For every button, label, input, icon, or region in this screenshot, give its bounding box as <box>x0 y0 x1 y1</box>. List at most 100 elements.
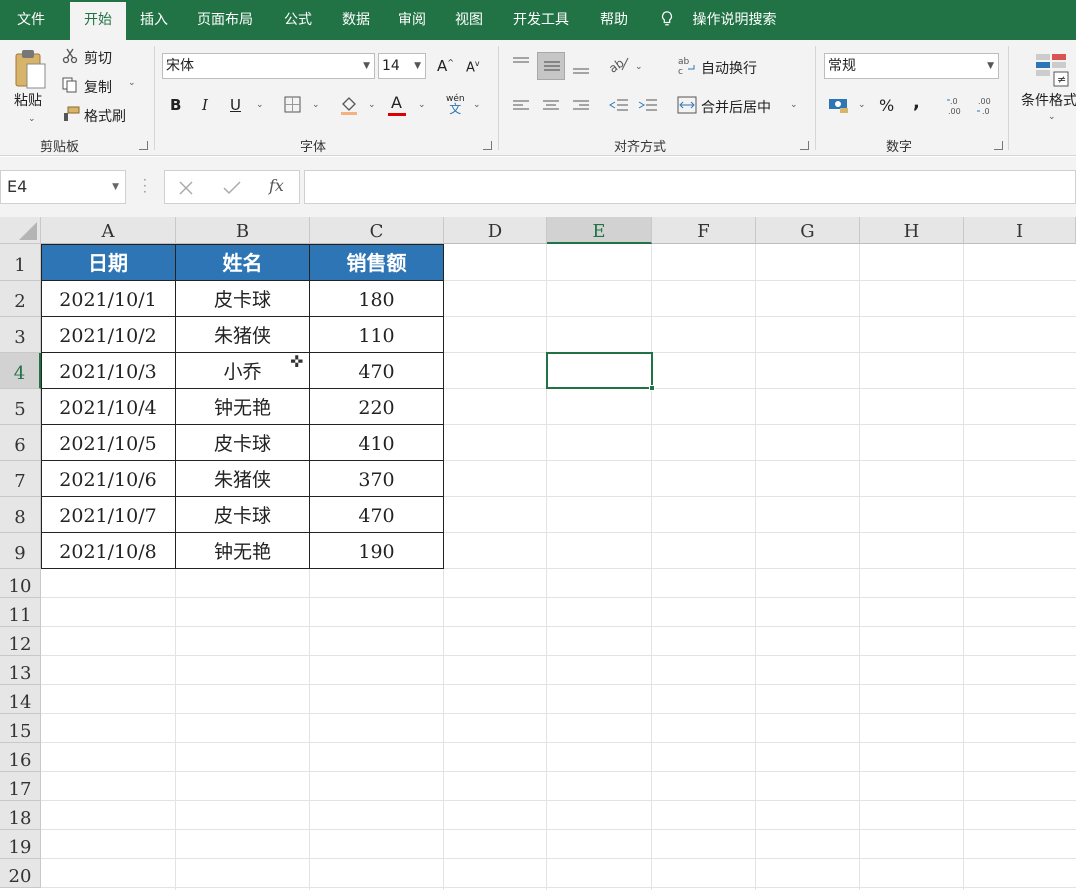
table-cell[interactable]: 皮卡球 <box>176 281 310 317</box>
align-middle-button[interactable] <box>537 52 565 80</box>
active-cell-e4[interactable] <box>546 352 655 391</box>
formula-input[interactable] <box>304 170 1076 204</box>
format-painter-button[interactable]: 格式刷 <box>84 106 126 126</box>
number-launcher-icon[interactable] <box>994 141 1003 150</box>
row-header-17[interactable]: 17 <box>0 772 41 801</box>
font-size-dropdown[interactable]: 14 ▼ <box>378 53 426 79</box>
row-header-14[interactable]: 14 <box>0 685 41 714</box>
conditional-formatting-button[interactable]: 条件格式 <box>1021 90 1076 110</box>
column-header-a[interactable]: A <box>41 217 176 244</box>
phonetic-guide-button[interactable]: wén 文 <box>446 94 465 115</box>
table-cell[interactable]: 钟无艳 <box>176 389 310 425</box>
row-header-3[interactable]: 3 <box>0 317 41 353</box>
decrease-decimal-icon[interactable]: .00.0 <box>976 96 996 116</box>
fill-color-dropdown-icon[interactable]: ⌄ <box>368 100 376 110</box>
increase-indent-icon[interactable] <box>638 98 658 114</box>
row-header-19[interactable]: 19 <box>0 830 41 859</box>
font-launcher-icon[interactable] <box>483 141 492 150</box>
alignment-launcher-icon[interactable] <box>800 141 809 150</box>
table-cell[interactable]: 2021/10/8 <box>41 533 176 569</box>
row-header-13[interactable]: 13 <box>0 656 41 685</box>
tab-file[interactable]: 文件 <box>0 0 62 40</box>
column-header-i[interactable]: I <box>964 217 1076 244</box>
merge-center-button[interactable]: 合并后居中 <box>701 97 771 117</box>
orientation-dropdown-icon[interactable]: ⌄ <box>635 62 643 72</box>
font-name-dropdown[interactable]: 宋体 ▼ <box>162 53 375 79</box>
tab-help[interactable]: 帮助 <box>586 0 642 40</box>
percent-style-button[interactable]: % <box>879 96 894 115</box>
increase-font-size-button[interactable]: A^ <box>437 57 454 75</box>
border-dropdown-icon[interactable]: ⌄ <box>312 100 320 110</box>
tab-developer[interactable]: 开发工具 <box>502 0 580 40</box>
conditional-formatting-dropdown-icon[interactable]: ⌄ <box>1048 112 1056 122</box>
table-cell[interactable]: 470 <box>310 353 444 389</box>
bold-button[interactable]: B <box>170 96 181 114</box>
merge-dropdown-icon[interactable]: ⌄ <box>790 100 798 110</box>
table-cell[interactable]: 皮卡球 <box>176 425 310 461</box>
decrease-font-size-button[interactable]: Av <box>466 59 480 75</box>
table-cell[interactable]: 110 <box>310 317 444 353</box>
row-header-16[interactable]: 16 <box>0 743 41 772</box>
tell-me-search[interactable]: 操作说明搜索 <box>660 0 776 40</box>
row-header-11[interactable]: 11 <box>0 598 41 627</box>
underline-button[interactable]: U <box>230 96 241 114</box>
clipboard-launcher-icon[interactable] <box>139 141 148 150</box>
table-cell[interactable]: 2021/10/6 <box>41 461 176 497</box>
column-header-e[interactable]: E <box>547 217 652 244</box>
select-all-button[interactable] <box>0 217 41 244</box>
align-left-icon[interactable] <box>512 100 530 112</box>
wrap-text-button[interactable]: 自动换行 <box>701 58 757 78</box>
align-bottom-icon[interactable] <box>572 62 590 76</box>
number-format-dropdown[interactable]: 常规 ▼ <box>824 53 999 79</box>
column-header-d[interactable]: D <box>444 217 547 244</box>
fill-handle[interactable] <box>649 385 655 391</box>
table-cell[interactable]: 2021/10/1 <box>41 281 176 317</box>
underline-dropdown-icon[interactable]: ⌄ <box>256 100 264 110</box>
row-header-18[interactable]: 18 <box>0 801 41 830</box>
align-right-icon[interactable] <box>572 100 590 112</box>
increase-decimal-icon[interactable]: .0.00 <box>946 96 966 116</box>
italic-button[interactable]: I <box>202 96 208 114</box>
accounting-dropdown-icon[interactable]: ⌄ <box>858 100 866 110</box>
formula-bar-grip-icon[interactable]: · · · <box>143 174 147 198</box>
paste-dropdown-icon[interactable]: ⌄ <box>28 114 36 124</box>
row-header-10[interactable]: 10 <box>0 569 41 598</box>
paste-button[interactable] <box>12 48 50 94</box>
decrease-indent-icon[interactable] <box>609 98 629 114</box>
table-cell[interactable]: 470 <box>310 497 444 533</box>
align-center-icon[interactable] <box>542 100 560 112</box>
table-cell[interactable]: 180 <box>310 281 444 317</box>
tab-formulas[interactable]: 公式 <box>270 0 326 40</box>
border-icon[interactable] <box>284 96 301 113</box>
table-cell[interactable]: 410 <box>310 425 444 461</box>
table-cell[interactable]: 朱猪侠 <box>176 317 310 353</box>
tab-insert[interactable]: 插入 <box>126 0 182 40</box>
tab-data[interactable]: 数据 <box>328 0 384 40</box>
row-header-4[interactable]: 4 <box>0 353 41 389</box>
row-header-6[interactable]: 6 <box>0 425 41 461</box>
table-cell[interactable]: 钟无艳 <box>176 533 310 569</box>
tab-page-layout[interactable]: 页面布局 <box>186 0 264 40</box>
table-cell[interactable]: 2021/10/4 <box>41 389 176 425</box>
row-header-15[interactable]: 15 <box>0 714 41 743</box>
row-header-1[interactable]: 1 <box>0 244 41 281</box>
row-header-8[interactable]: 8 <box>0 497 41 533</box>
enter-check-icon[interactable] <box>223 181 241 195</box>
row-header-12[interactable]: 12 <box>0 627 41 656</box>
table-cell[interactable]: 2021/10/3 <box>41 353 176 389</box>
tab-review[interactable]: 审阅 <box>384 0 440 40</box>
table-cell[interactable]: 370 <box>310 461 444 497</box>
copy-button[interactable]: 复制 <box>84 77 112 97</box>
table-cell[interactable]: 190 <box>310 533 444 569</box>
copy-dropdown-icon[interactable]: ⌄ <box>128 78 136 88</box>
table-cell[interactable]: 2021/10/7 <box>41 497 176 533</box>
cancel-icon[interactable] <box>179 181 193 195</box>
column-header-g[interactable]: G <box>756 217 860 244</box>
insert-function-button[interactable]: fx <box>269 176 284 195</box>
row-header-20[interactable]: 20 <box>0 859 41 888</box>
table-header-cell[interactable]: 销售额 <box>310 244 444 281</box>
table-cell[interactable]: 朱猪侠 <box>176 461 310 497</box>
phonetic-dropdown-icon[interactable]: ⌄ <box>473 100 481 110</box>
fill-color-icon[interactable] <box>340 94 358 116</box>
table-header-cell[interactable]: 日期 <box>41 244 176 281</box>
